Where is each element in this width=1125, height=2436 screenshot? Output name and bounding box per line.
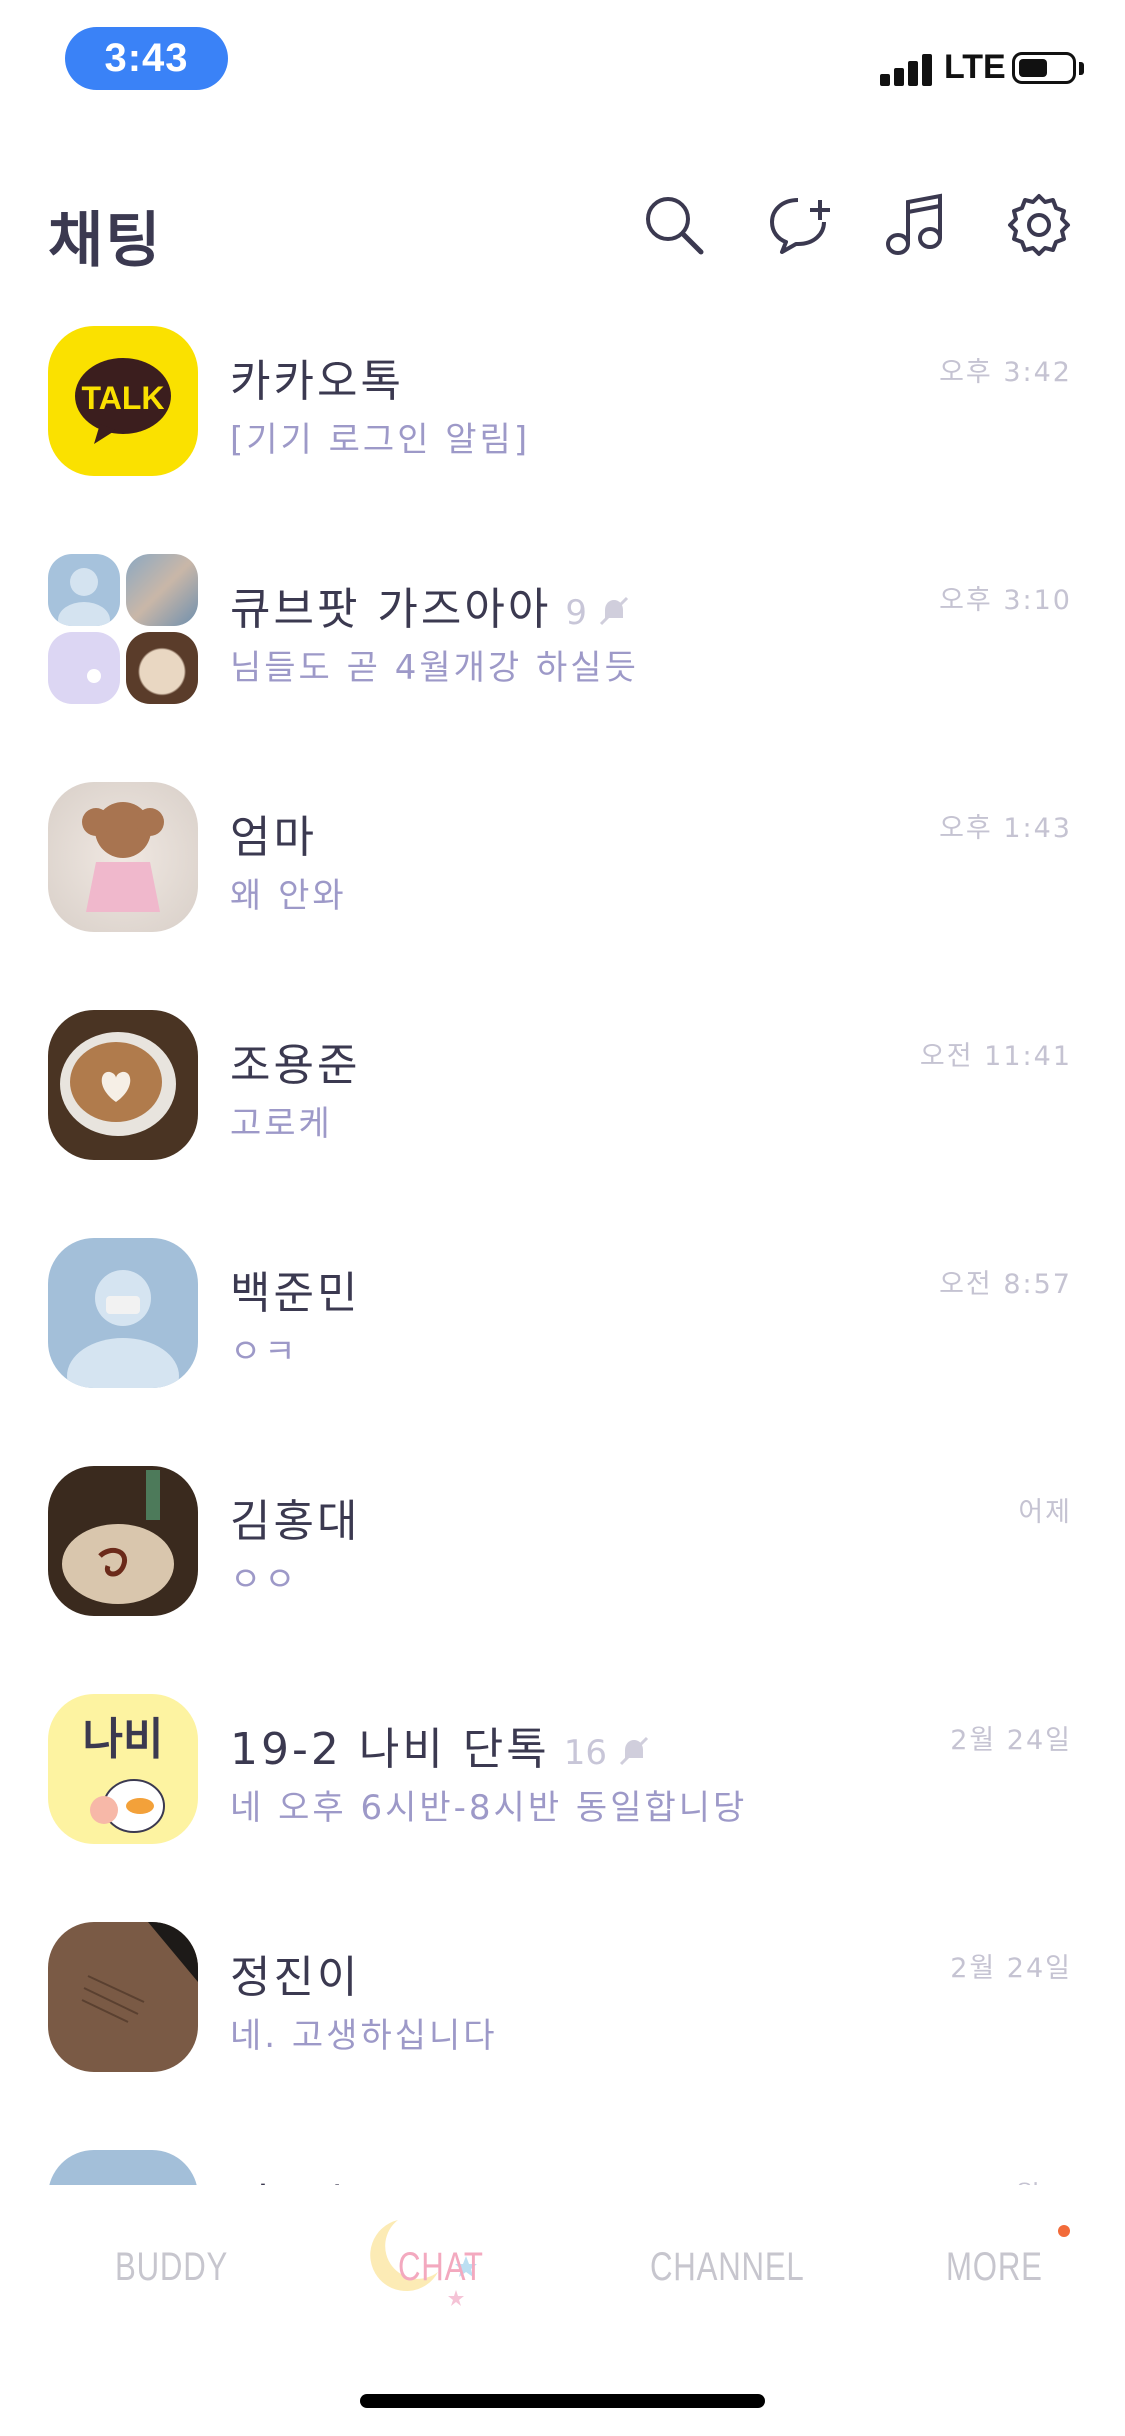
chat-preview: 네 오후 6시반-8시반 동일합니당 [230, 1788, 748, 1828]
tab-more[interactable]: MORE [946, 2245, 1043, 2290]
new-badge-dot [1058, 2225, 1070, 2237]
settings-icon[interactable] [1006, 192, 1072, 258]
nabi-avatar: 나비 [48, 1694, 198, 1844]
chat-row[interactable]: 나비 19-2 나비 단톡 16 네 오후 6시반-8시반 동일합니당 2월 24… [0, 1668, 1125, 1896]
chat-time: 오후 3:10 [939, 585, 1072, 616]
mute-icon [619, 1736, 649, 1766]
default-profile-avatar [48, 1238, 198, 1388]
chat-time: 오전 8:57 [939, 1269, 1072, 1300]
tab-channel[interactable]: CHANNEL [650, 2245, 805, 2290]
chat-preview: 네. 고생하십니다 [230, 2016, 498, 2056]
chat-preview: ㅇㅇ [230, 1560, 299, 1600]
chat-name: 김홍대 [230, 1496, 361, 1547]
chat-row[interactable]: TALK 카카오톡 [기기 로그인 알림] 오후 3:42 [0, 300, 1125, 528]
chat-time: 2월 2 [996, 2174, 1072, 2185]
chat-name: 정진이 [230, 1952, 361, 2003]
chat-time: 어제 [1018, 1497, 1072, 1528]
chat-name: 조용준 [230, 1040, 361, 1091]
header: 채팅 [0, 180, 1125, 276]
talk-logo-text: TALK [82, 380, 165, 416]
paper-photo-avatar [48, 1922, 198, 2072]
chat-name: 백준민 [230, 1268, 361, 1319]
chat-row[interactable]: 백준민 ㅇㅋ 오전 8:57 [0, 1212, 1125, 1440]
chat-row[interactable]: 김준호 2월 2 [0, 2124, 1125, 2185]
chat-preview: 고로케 [230, 1104, 333, 1144]
chat-name: 엄마 [230, 812, 317, 863]
group-member-avatar [126, 632, 198, 704]
tab-buddy[interactable]: BUDDY [115, 2245, 228, 2290]
group-member-avatar [126, 554, 198, 626]
tab-chat[interactable]: CHAT [398, 2245, 484, 2290]
chat-preview: 님들도 곧 4월개강 하실듯 [230, 648, 639, 688]
kakaotalk-avatar: TALK [48, 326, 198, 476]
chat-name: 19-2 나비 단톡 16 [230, 1713, 651, 1777]
chat-row[interactable]: 정진이 네. 고생하십니다 2월 24일 [0, 1896, 1125, 2124]
chat-name: 큐브팟 가즈아아 9 [230, 573, 631, 637]
nabi-avatar-text: 나비 [83, 1714, 164, 1765]
chat-time: 2월 24일 [950, 1725, 1072, 1756]
chat-time: 오후 1:43 [939, 813, 1072, 844]
chat-row[interactable]: 김홍대 ㅇㅇ 어제 [0, 1440, 1125, 1668]
home-indicator[interactable] [360, 2394, 765, 2408]
chat-name: 김준호 [230, 2169, 360, 2185]
chat-time: 오전 11:41 [919, 1041, 1072, 1072]
chat-time: 오후 3:42 [939, 357, 1072, 388]
status-time[interactable]: 3:43 [65, 27, 228, 90]
chat-name-text: 큐브팟 가즈아아 [230, 584, 552, 635]
new-chat-icon[interactable] [768, 192, 834, 258]
chat-list[interactable]: TALK 카카오톡 [기기 로그인 알림] 오후 3:42 큐브팟 가즈아아 9 … [0, 300, 1125, 2185]
chat-preview: [기기 로그인 알림] [230, 420, 531, 460]
food-photo-avatar [48, 1466, 198, 1616]
status-bar: 3:43 LTE [0, 0, 1125, 120]
battery-icon [1012, 52, 1076, 84]
signal-icon [880, 52, 936, 86]
member-count: 9 [565, 593, 587, 633]
chat-row[interactable]: 큐브팟 가즈아아 9 님들도 곧 4월개강 하실듯 오후 3:10 [0, 528, 1125, 756]
music-icon[interactable] [882, 192, 948, 258]
group-avatar [48, 554, 200, 706]
tab-bar: BUDDY CHAT CHANNEL MORE [0, 2185, 1125, 2335]
mute-icon [599, 596, 629, 626]
group-member-avatar [48, 632, 120, 704]
battery-tip [1079, 62, 1084, 75]
chat-preview: ㅇㅋ [230, 1332, 299, 1372]
chat-time: 2월 24일 [950, 1953, 1072, 1984]
group-member-avatar [48, 554, 120, 626]
member-count: 16 [563, 1733, 608, 1773]
chat-row[interactable]: 조용준 고로케 오전 11:41 [0, 984, 1125, 1212]
page-title: 채팅 [48, 206, 163, 276]
search-icon[interactable] [641, 192, 707, 258]
default-profile-avatar [48, 2150, 198, 2185]
cookie-photo-avatar [48, 782, 198, 932]
network-label: LTE [944, 48, 1006, 86]
chat-name-text: 19-2 나비 단톡 [230, 1724, 550, 1775]
chat-row[interactable]: 엄마 왜 안와 오후 1:43 [0, 756, 1125, 984]
chat-name: 카카오톡 [230, 356, 404, 407]
chat-preview: 왜 안와 [230, 876, 347, 916]
latte-photo-avatar [48, 1010, 198, 1160]
